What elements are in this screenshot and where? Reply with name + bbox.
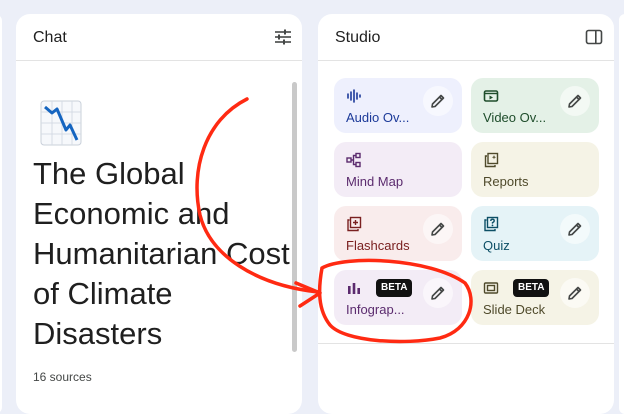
beta-badge: BETA [513,279,550,297]
pencil-icon [431,94,445,108]
notebook-title: The Global Economic and Humanitarian Cos… [33,156,290,351]
flashcards-tile[interactable]: Flashcards [334,206,462,261]
reports-tile[interactable]: Reports [471,142,599,197]
slide-deck-icon [483,282,499,294]
edit-button[interactable] [560,86,590,116]
tune-settings-icon[interactable] [273,27,293,47]
reports-icon [484,152,499,168]
mind-map-tile[interactable]: Mind Map [334,142,462,197]
studio-title: Studio [335,29,381,46]
audio-overview-tile[interactable]: Audio Ov... [334,78,462,133]
edit-button[interactable] [423,214,453,244]
pencil-icon [568,222,582,236]
edit-button[interactable] [560,278,590,308]
flashcards-icon [347,216,362,232]
video-overview-tile[interactable]: Video Ov... [471,78,599,133]
infographic-tile[interactable]: BETA Infograp... [334,270,462,325]
beta-badge: BETA [376,279,413,297]
pencil-icon [431,222,445,236]
tile-label: Quiz [483,238,510,253]
left-panel-edge [0,14,2,414]
tile-label: Infograp... [346,302,405,317]
sources-count: 16 sources [33,370,92,384]
studio-header: Studio [318,14,614,61]
collapse-panel-icon[interactable] [584,27,604,47]
tile-label: Reports [483,174,529,189]
chat-title: Chat [33,29,67,46]
infographic-icon [348,283,360,294]
tile-label: Audio Ov... [346,110,410,125]
chat-panel: Chat The Global Economic and Humanitaria… [16,14,302,414]
studio-panel: Studio Audio Ov... Video Ov... Mind Map … [318,14,614,414]
right-panel-edge [619,14,624,414]
tile-label: Mind Map [346,174,404,189]
tile-label: Video Ov... [483,110,547,125]
edit-button[interactable] [423,86,453,116]
quiz-icon [484,216,499,232]
pencil-icon [568,94,582,108]
studio-divider [318,343,614,344]
tile-label: Slide Deck [483,302,546,317]
pencil-icon [431,286,445,300]
audio-waveform-icon [347,89,361,103]
video-icon [483,90,499,102]
mind-map-icon [346,152,361,168]
edit-button[interactable] [560,214,590,244]
chart-decreasing-icon [40,100,82,146]
edit-button[interactable] [423,278,453,308]
tile-label: Flashcards [346,238,410,253]
slide-deck-tile[interactable]: BETA Slide Deck [471,270,599,325]
quiz-tile[interactable]: Quiz [471,206,599,261]
pencil-icon [568,286,582,300]
chat-header: Chat [16,14,302,61]
chat-scrollbar[interactable] [292,82,297,352]
